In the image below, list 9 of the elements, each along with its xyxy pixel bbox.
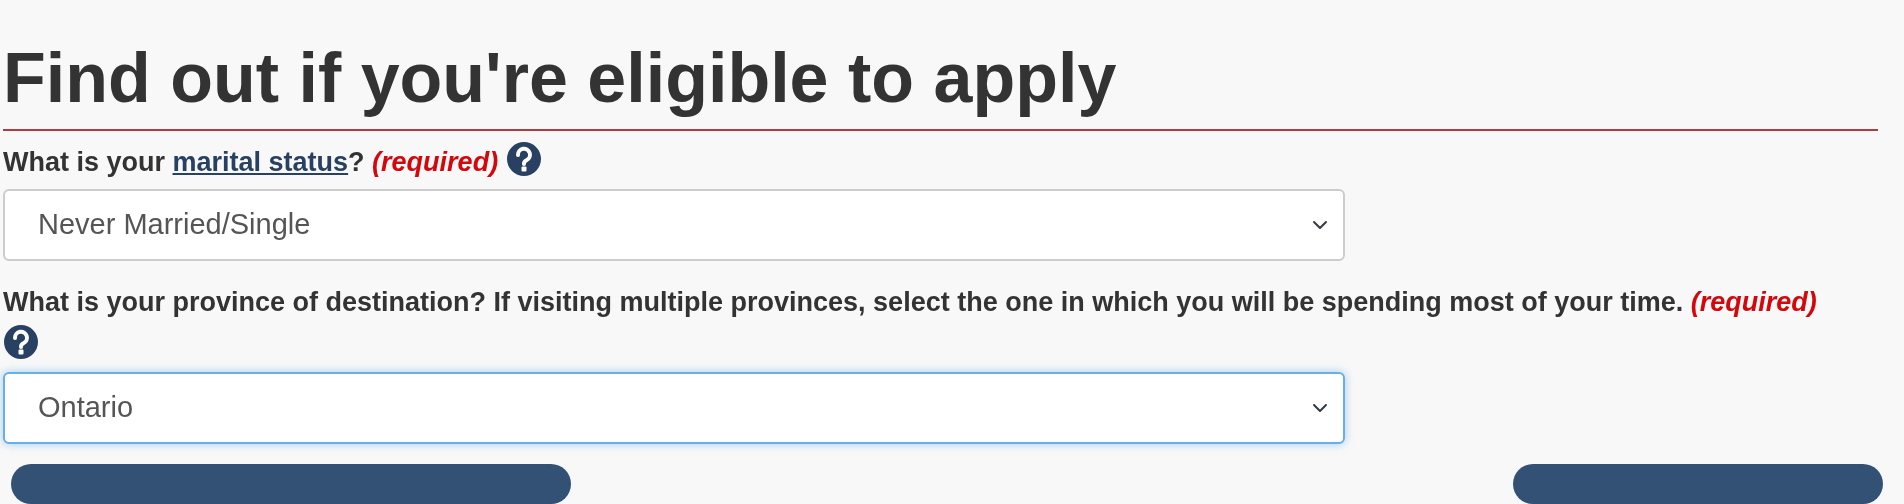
marital-status-link[interactable]: marital status (172, 147, 349, 177)
action-button[interactable] (1513, 464, 1883, 504)
question-label: What is your marital status? (required) (3, 141, 542, 185)
help-icon[interactable] (505, 141, 542, 177)
dropdown-field[interactable]: Never Married/Single (3, 188, 1345, 261)
question-label: What is your province of destination? If visiting multiple provinces, select the one in which you will be spending most of your time. (required) (3, 280, 1853, 369)
help-icon[interactable] (3, 324, 39, 361)
page-heading: Find out if you're eligible to apply (3, 40, 1118, 117)
dropdown-field[interactable]: Ontario (3, 372, 1345, 445)
